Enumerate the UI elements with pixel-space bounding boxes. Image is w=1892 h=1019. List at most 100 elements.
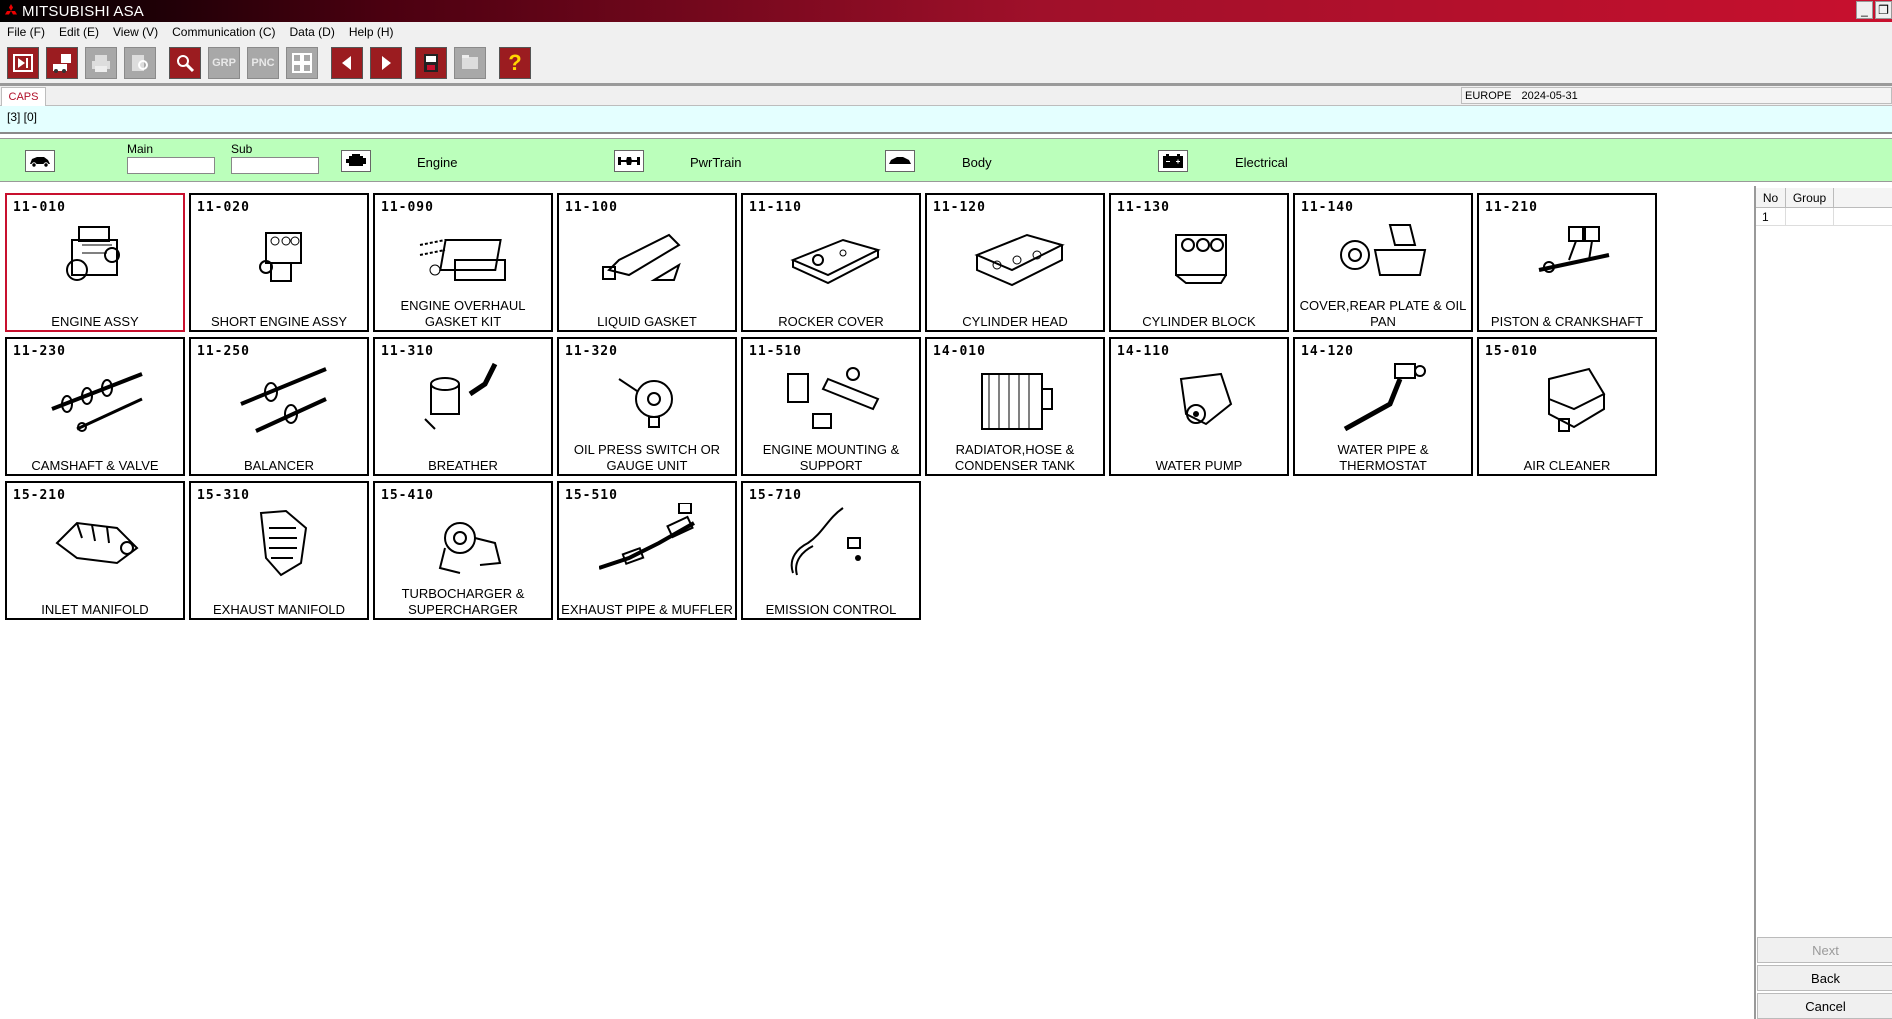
inlet-manifold-icon	[55, 521, 139, 565]
group-tile[interactable]: 11-230 CAMSHAFT & VALVE	[5, 337, 185, 476]
group-code: 11-140	[1301, 200, 1354, 215]
group-name: BREATHER	[428, 458, 498, 473]
group-tile[interactable]: 15-210 INLET MANIFOLD	[5, 481, 185, 620]
title-bar: MITSUBISHI ASA _ ❐	[0, 0, 1892, 22]
group-tile[interactable]: 14-110 WATER PUMP	[1109, 337, 1289, 476]
pwrtrain-category-button[interactable]	[614, 150, 644, 172]
exit-button[interactable]	[7, 46, 39, 79]
group-code: 11-120	[933, 200, 986, 215]
cancel-button[interactable]: Cancel	[1757, 993, 1892, 1019]
print-button[interactable]	[85, 46, 117, 79]
exit-icon	[13, 53, 33, 72]
group-tile[interactable]: 11-100 LIQUID GASKET	[557, 193, 737, 332]
group-tile[interactable]: 15-410 TURBOCHARGER & SUPERCHARGER	[373, 481, 553, 620]
group-name: LIQUID GASKET	[597, 314, 697, 329]
group-code: 11-010	[13, 200, 66, 215]
group-code: 14-120	[1301, 344, 1354, 359]
body-category-label[interactable]: Body	[962, 155, 992, 170]
breather-icon	[424, 362, 498, 430]
main-field-label: Main	[127, 142, 154, 156]
group-name: OIL PRESS SWITCH OR GAUGE UNIT	[573, 442, 721, 473]
table-row[interactable]: 1	[1756, 208, 1892, 226]
region-date: 2024-05-31	[1521, 89, 1578, 102]
group-tile[interactable]: 11-120 CYLINDER HEAD	[925, 193, 1105, 332]
group-tile[interactable]: 11-210 PISTON & CRANKSHAFT	[1477, 193, 1657, 332]
parts-group-grid: 11-010 ENGINE ASSY 11-020 SHORT ENGINE A…	[5, 193, 1657, 623]
group-tile[interactable]: 11-310 BREATHER	[373, 337, 553, 476]
print-preview-button[interactable]	[124, 46, 156, 79]
electrical-category-button[interactable]	[1158, 150, 1188, 172]
pwrtrain-category-label[interactable]: PwrTrain	[690, 155, 742, 170]
group-code: 11-510	[749, 344, 802, 359]
group-tile[interactable]: 15-310 EXHAUST MANIFOLD	[189, 481, 369, 620]
group-tile[interactable]: 11-130 CYLINDER BLOCK	[1109, 193, 1289, 332]
engine-category-button[interactable]	[341, 150, 371, 172]
sub-group-input[interactable]	[231, 157, 319, 174]
next-button[interactable]: Next	[1757, 937, 1892, 963]
back-button[interactable]: Back	[1757, 965, 1892, 991]
menu-edit[interactable]: Edit (E)	[52, 25, 106, 39]
group-tile[interactable]: 11-320 OIL PRESS SWITCH OR GAUGE UNIT	[557, 337, 737, 476]
group-tile[interactable]: 15-710 EMISSION CONTROL	[741, 481, 921, 620]
group-code: 11-230	[13, 344, 66, 359]
group-name: TURBOCHARGER & SUPERCHARGER	[401, 586, 525, 617]
restore-button[interactable]: ❐	[1875, 1, 1892, 19]
group-name: EXHAUST MANIFOLD	[213, 602, 345, 617]
menu-file[interactable]: File (F)	[0, 25, 52, 39]
tab-caps[interactable]: CAPS	[1, 87, 46, 106]
group-tile[interactable]: 11-140 COVER,REAR PLATE & OIL PAN	[1293, 193, 1473, 332]
group-name: INLET MANIFOLD	[41, 602, 149, 617]
group-tile[interactable]: 11-510 ENGINE MOUNTING & SUPPORT	[741, 337, 921, 476]
pnc-button[interactable]: PNC	[247, 46, 279, 79]
turbocharger-icon	[438, 522, 502, 574]
next-page-button[interactable]	[370, 46, 402, 79]
group-name: PISTON & CRANKSHAFT	[1490, 314, 1644, 329]
group-tile[interactable]: 14-010 RADIATOR,HOSE & CONDENSER TANK	[925, 337, 1105, 476]
group-name: WATER PIPE & THERMOSTAT	[1337, 442, 1429, 473]
menu-view[interactable]: View (V)	[106, 25, 165, 39]
help-button[interactable]: ?	[499, 46, 531, 79]
car-body-icon	[889, 157, 911, 164]
grp-button[interactable]: GRP	[208, 46, 240, 79]
engine-assy-icon	[66, 226, 120, 281]
group-code: 15-210	[13, 488, 66, 503]
vehicle-home-button[interactable]	[25, 150, 55, 172]
group-tile[interactable]: 11-090 ENGINE OVERHAUL GASKET KIT	[373, 193, 553, 332]
gasket-kit-icon	[419, 239, 506, 281]
group-tile[interactable]: 15-510 EXHAUST PIPE & MUFFLER	[557, 481, 737, 620]
toolbar: GRP PNC ?	[0, 42, 1892, 86]
folder-open-icon	[462, 54, 478, 69]
group-code: 11-210	[1485, 200, 1538, 215]
arrow-right-icon	[382, 55, 391, 70]
arrow-left-icon	[342, 55, 351, 70]
electrical-category-label[interactable]: Electrical	[1235, 155, 1288, 170]
search-button[interactable]	[169, 46, 201, 79]
group-tile[interactable]: 11-010 ENGINE ASSY	[5, 193, 185, 332]
group-tile[interactable]: 15-010 AIR CLEANER	[1477, 337, 1657, 476]
water-pipe-icon	[1343, 363, 1426, 432]
body-category-button[interactable]	[885, 150, 915, 172]
group-tile[interactable]: 11-110 ROCKER COVER	[741, 193, 921, 332]
group-code: 15-510	[565, 488, 618, 503]
menu-help[interactable]: Help (H)	[342, 25, 401, 39]
layout-button[interactable]	[286, 46, 318, 79]
group-name: ENGINE OVERHAUL GASKET KIT	[400, 298, 526, 329]
group-tile[interactable]: 14-120 WATER PIPE & THERMOSTAT	[1293, 337, 1473, 476]
group-tile[interactable]: 11-250 BALANCER	[189, 337, 369, 476]
previous-button[interactable]	[331, 46, 363, 79]
help-icon: ?	[508, 49, 522, 75]
group-name: CAMSHAFT & VALVE	[31, 458, 159, 473]
tab-strip: CAPS EUROPE 2024-05-31	[0, 86, 1892, 106]
minimize-button[interactable]: _	[1856, 1, 1873, 19]
open-button[interactable]	[454, 46, 486, 79]
mitsubishi-logo-icon	[0, 0, 22, 22]
menu-data[interactable]: Data (D)	[283, 25, 342, 39]
vehicle-select-button[interactable]	[46, 46, 78, 79]
group-tile[interactable]: 11-020 SHORT ENGINE ASSY	[189, 193, 369, 332]
radiator-icon	[981, 373, 1053, 430]
menu-communication[interactable]: Communication (C)	[165, 25, 282, 39]
save-button[interactable]	[415, 46, 447, 79]
engine-category-label[interactable]: Engine	[417, 155, 457, 170]
main-group-input[interactable]	[127, 157, 215, 174]
car-icon	[30, 157, 50, 168]
